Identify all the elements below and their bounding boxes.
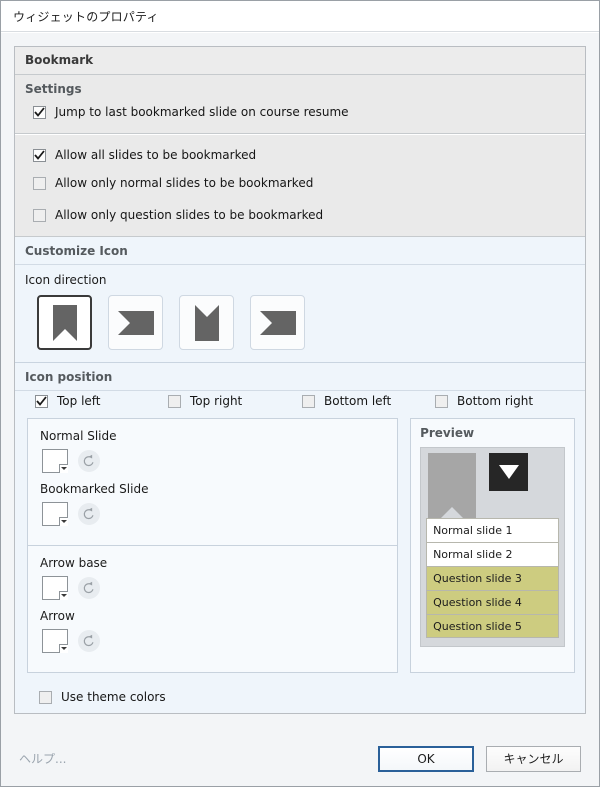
icon-direction-bookmark-right-button[interactable] (250, 295, 305, 350)
bookmarked-slide-label: Bookmarked Slide (40, 482, 149, 496)
color-settings-column: Normal Slide Bookmarked Slide Arrow base… (27, 418, 399, 673)
checkbox-allow-normal-slides[interactable] (33, 176, 46, 190)
normal-slide-label: Normal Slide (40, 429, 117, 443)
settings-group-label: Settings (25, 82, 82, 96)
chevron-down-icon[interactable] (59, 644, 68, 653)
ok-button[interactable]: OK (378, 745, 474, 772)
arrow-base-color-swatch[interactable] (42, 576, 68, 600)
normal-slide-color-swatch[interactable] (42, 449, 68, 473)
checkbox-label-allow-normal-slides: Allow only normal slides to be bookmarke… (55, 176, 314, 190)
chevron-down-icon[interactable] (59, 464, 68, 473)
widget-properties-dialog: ウィジェットのプロパティ Bookmark Settings Jump to l… (0, 0, 600, 787)
arrow-base-label: Arrow base (40, 556, 108, 570)
checkbox-top-left[interactable] (35, 394, 48, 408)
checkbox-row-use-theme-colors[interactable]: Use theme colors (15, 683, 585, 713)
allow-options-group: Allow all slides to be bookmarked Allow … (15, 134, 585, 237)
colors-and-preview: Normal Slide Bookmarked Slide Arrow base… (15, 418, 585, 683)
dialog-body: Bookmark Settings Jump to last bookmarke… (1, 33, 599, 786)
reset-icon (83, 581, 94, 594)
arrow-label: Arrow (40, 609, 75, 623)
checkbox-label-use-theme-colors: Use theme colors (61, 690, 166, 704)
settings-group: Settings Jump to last bookmarked slide o… (15, 75, 585, 134)
checkbox-bottom-right[interactable] (435, 394, 448, 408)
checkbox-label-bottom-left: Bottom left (324, 394, 392, 408)
arrow-color-swatch[interactable] (42, 629, 68, 653)
bookmark-left-icon (117, 310, 154, 335)
checkbox-row-allow-question-slides[interactable]: Allow only question slides to be bookmar… (15, 198, 585, 226)
bookmark-panel: Bookmark Settings Jump to last bookmarke… (14, 46, 586, 714)
checkbox-label-allow-all-slides: Allow all slides to be bookmarked (55, 148, 257, 162)
checkbox-use-theme-colors[interactable] (39, 690, 52, 704)
normal-slide-color-row (28, 446, 397, 480)
bookmarked-slide-color-swatch[interactable] (42, 502, 68, 526)
icon-direction-bookmark-up-button[interactable] (179, 295, 234, 350)
checkbox-label-jump-to-last-bookmarked: Jump to last bookmarked slide on course … (55, 105, 349, 119)
checkbox-label-bottom-right: Bottom right (457, 394, 534, 408)
checkbox-row-top-left[interactable]: Top left (35, 394, 168, 408)
reset-icon (83, 454, 94, 467)
preview-canvas: Normal slide 1 Normal slide 2 Question s… (420, 447, 565, 647)
checkbox-label-top-left: Top left (57, 394, 101, 408)
preview-column: Preview Normal slide 1 Normal slide 2 Qu… (410, 418, 575, 673)
chevron-down-icon[interactable] (59, 591, 68, 600)
icon-direction-label: Icon direction (25, 273, 107, 287)
checkbox-row-bottom-left[interactable]: Bottom left (302, 394, 435, 408)
title-bar: ウィジェットのプロパティ (1, 1, 599, 32)
icon-position-group: Icon position Top left Top right Bottom … (15, 363, 585, 713)
preview-panel: Preview Normal slide 1 Normal slide 2 Qu… (410, 418, 575, 673)
checkbox-top-right[interactable] (168, 394, 181, 408)
slide-colors-box: Normal Slide Bookmarked Slide (27, 418, 399, 545)
reset-icon (83, 507, 94, 520)
checkbox-row-bottom-right[interactable]: Bottom right (435, 394, 533, 408)
bookmark-right-icon (259, 310, 296, 335)
icon-position-options: Top left Top right Bottom left Bottom ri… (15, 391, 585, 418)
icon-direction-bookmark-down-button[interactable] (37, 295, 92, 350)
icon-direction-bookmark-left-button[interactable] (108, 295, 163, 350)
checkbox-allow-question-slides[interactable] (33, 208, 46, 222)
check-icon (34, 150, 45, 160)
customize-icon-group-label: Customize Icon (15, 237, 585, 265)
arrow-base-color-row (28, 573, 397, 607)
checkbox-allow-all-slides[interactable] (33, 148, 46, 162)
bookmark-panel-header: Bookmark (15, 47, 585, 75)
cancel-button[interactable]: キャンセル (486, 745, 581, 772)
bookmarked-slide-color-row (28, 499, 397, 533)
list-item: Question slide 4 (426, 590, 559, 614)
customize-icon-group: Customize Icon Icon direction (15, 237, 585, 363)
preview-slide-list: Normal slide 1 Normal slide 2 Question s… (426, 518, 559, 638)
reset-icon (83, 634, 94, 647)
arrow-down-icon (498, 465, 519, 479)
icon-position-group-label: Icon position (15, 363, 585, 391)
checkbox-row-allow-normal-slides[interactable]: Allow only normal slides to be bookmarke… (15, 166, 585, 198)
checkbox-label-top-right: Top right (190, 394, 243, 408)
checkbox-jump-to-last-bookmarked[interactable] (33, 105, 46, 119)
bookmark-up-icon (194, 304, 219, 341)
dialog-footer: ヘルプ... OK キャンセル (1, 731, 599, 786)
check-icon (34, 107, 45, 117)
checkbox-row-allow-all-slides[interactable]: Allow all slides to be bookmarked (15, 144, 585, 166)
icon-direction-options (15, 290, 585, 362)
help-link[interactable]: ヘルプ... (19, 750, 366, 767)
list-item: Normal slide 2 (426, 542, 559, 566)
bookmark-down-icon (52, 304, 77, 341)
bookmarked-slide-reset-button[interactable] (78, 503, 100, 525)
normal-slide-reset-button[interactable] (78, 450, 100, 472)
checkbox-label-allow-question-slides: Allow only question slides to be bookmar… (55, 208, 324, 222)
checkbox-bottom-left[interactable] (302, 394, 315, 408)
preview-arrow-badge (489, 453, 529, 491)
preview-title: Preview (420, 426, 475, 440)
list-item: Question slide 5 (426, 614, 559, 638)
list-item: Question slide 3 (426, 566, 559, 590)
arrow-colors-box: Arrow base Arrow (27, 545, 399, 673)
checkbox-row-jump-to-last-bookmarked[interactable]: Jump to last bookmarked slide on course … (15, 100, 585, 124)
arrow-base-reset-button[interactable] (78, 577, 100, 599)
arrow-color-row (28, 626, 397, 660)
chevron-down-icon[interactable] (59, 517, 68, 526)
list-item: Normal slide 1 (426, 518, 559, 542)
arrow-reset-button[interactable] (78, 630, 100, 652)
window-title: ウィジェットのプロパティ (13, 9, 159, 24)
checkbox-row-top-right[interactable]: Top right (168, 394, 302, 408)
check-icon (36, 396, 47, 406)
